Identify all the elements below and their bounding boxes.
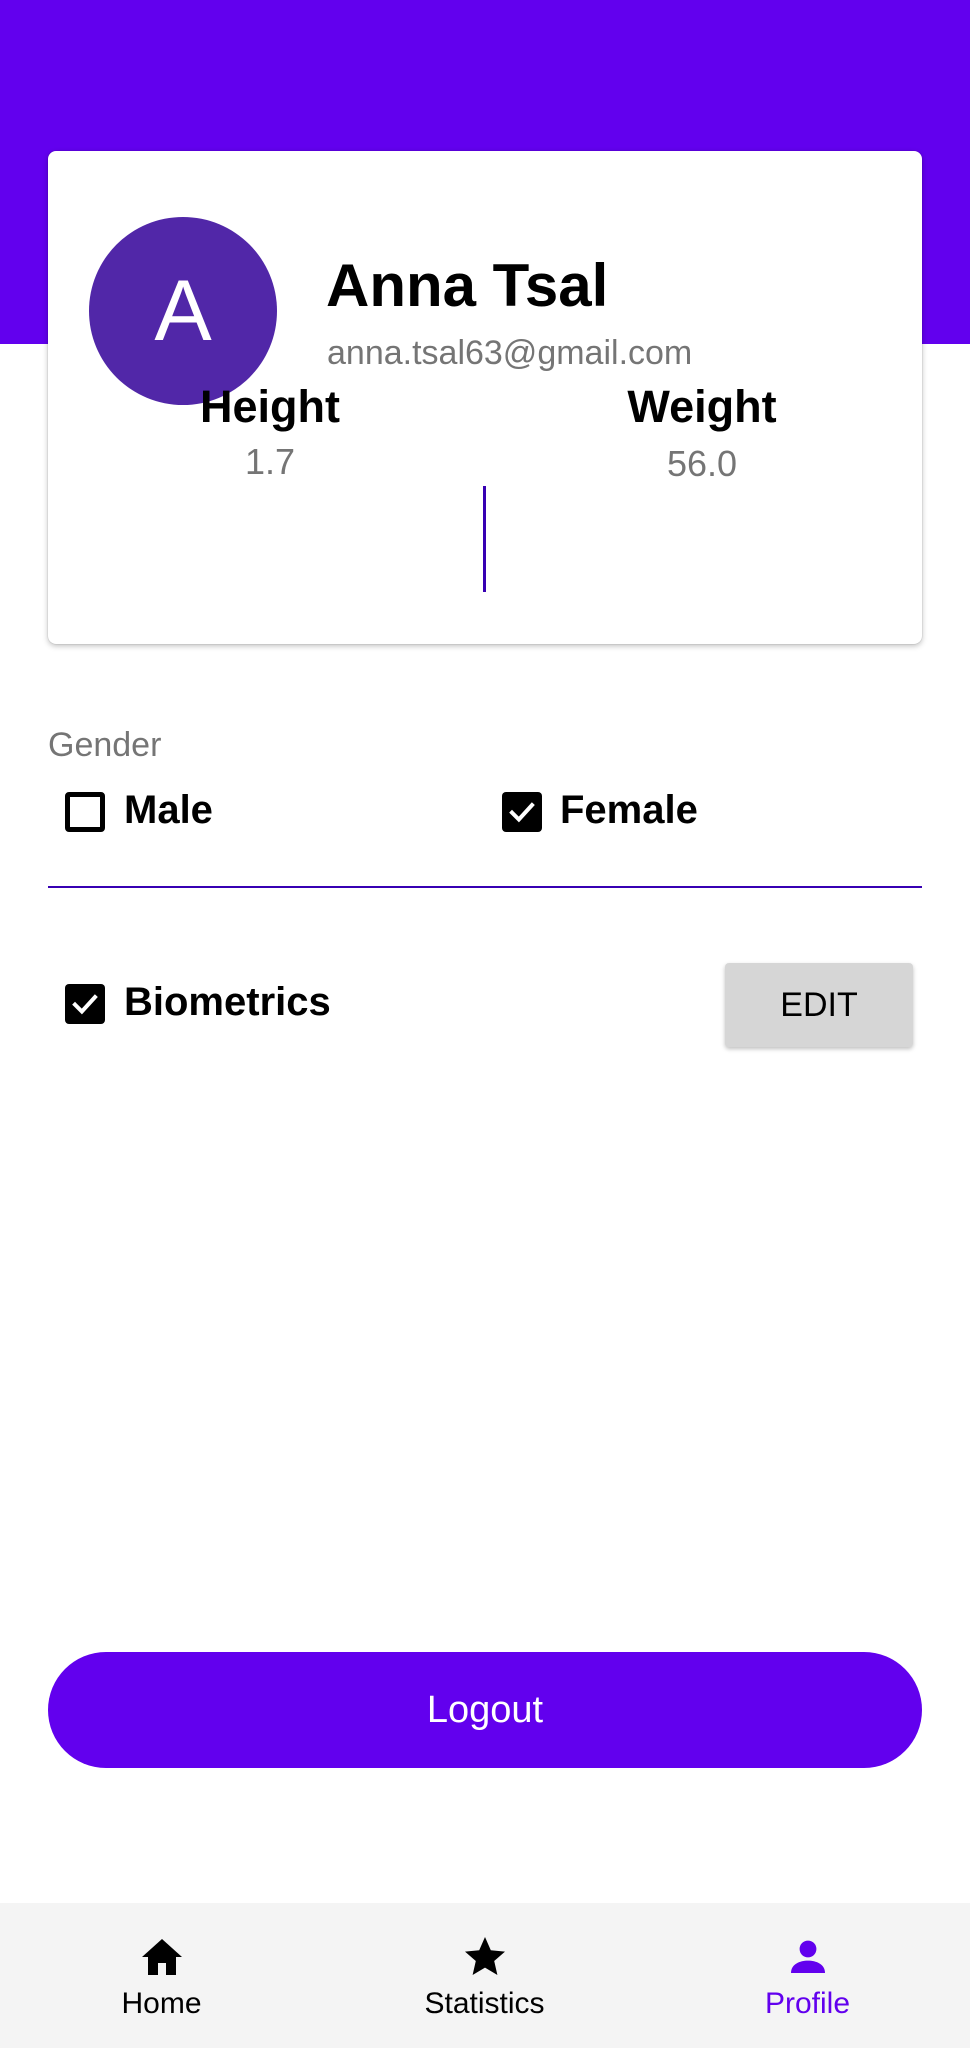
nav-label-statistics: Statistics xyxy=(424,1987,545,2020)
user-name: Anna Tsal xyxy=(326,252,609,319)
logout-button[interactable]: Logout xyxy=(48,1652,922,1768)
nav-label-profile: Profile xyxy=(764,1987,851,2020)
star-icon xyxy=(464,1937,505,1975)
male-checkbox[interactable] xyxy=(65,792,105,832)
edit-button[interactable]: EDIT xyxy=(725,963,913,1047)
female-checkbox[interactable] xyxy=(502,792,542,832)
male-label[interactable]: Male xyxy=(124,788,213,833)
home-icon xyxy=(141,1939,182,1975)
height-label: Height xyxy=(200,381,340,432)
nav-item-home[interactable]: Home xyxy=(0,1903,323,2048)
checkmark-icon xyxy=(509,802,535,823)
avatar: A xyxy=(89,217,277,405)
user-email: anna.tsal63@gmail.com xyxy=(327,334,693,372)
gender-divider xyxy=(48,886,922,888)
avatar-initial: A xyxy=(154,262,212,359)
weight-value: 56.0 xyxy=(666,443,738,484)
biometrics-checkbox[interactable] xyxy=(65,984,105,1024)
gender-label: Gender xyxy=(48,726,162,764)
weight-label: Weight xyxy=(627,381,777,432)
nav-label-home: Home xyxy=(121,1987,202,2020)
stats-divider xyxy=(483,486,486,592)
checkmark-icon xyxy=(72,994,98,1015)
female-label[interactable]: Female xyxy=(560,788,698,833)
person-icon xyxy=(790,1940,825,1973)
bottom-navigation: Home Statistics Profile xyxy=(0,1903,970,2048)
height-value: 1.7 xyxy=(244,441,296,482)
profile-card: A Anna Tsal anna.tsal63@gmail.com Height… xyxy=(48,151,922,644)
biometrics-label[interactable]: Biometrics xyxy=(124,980,331,1025)
nav-item-profile[interactable]: Profile xyxy=(646,1903,969,2048)
nav-item-statistics[interactable]: Statistics xyxy=(323,1903,646,2048)
